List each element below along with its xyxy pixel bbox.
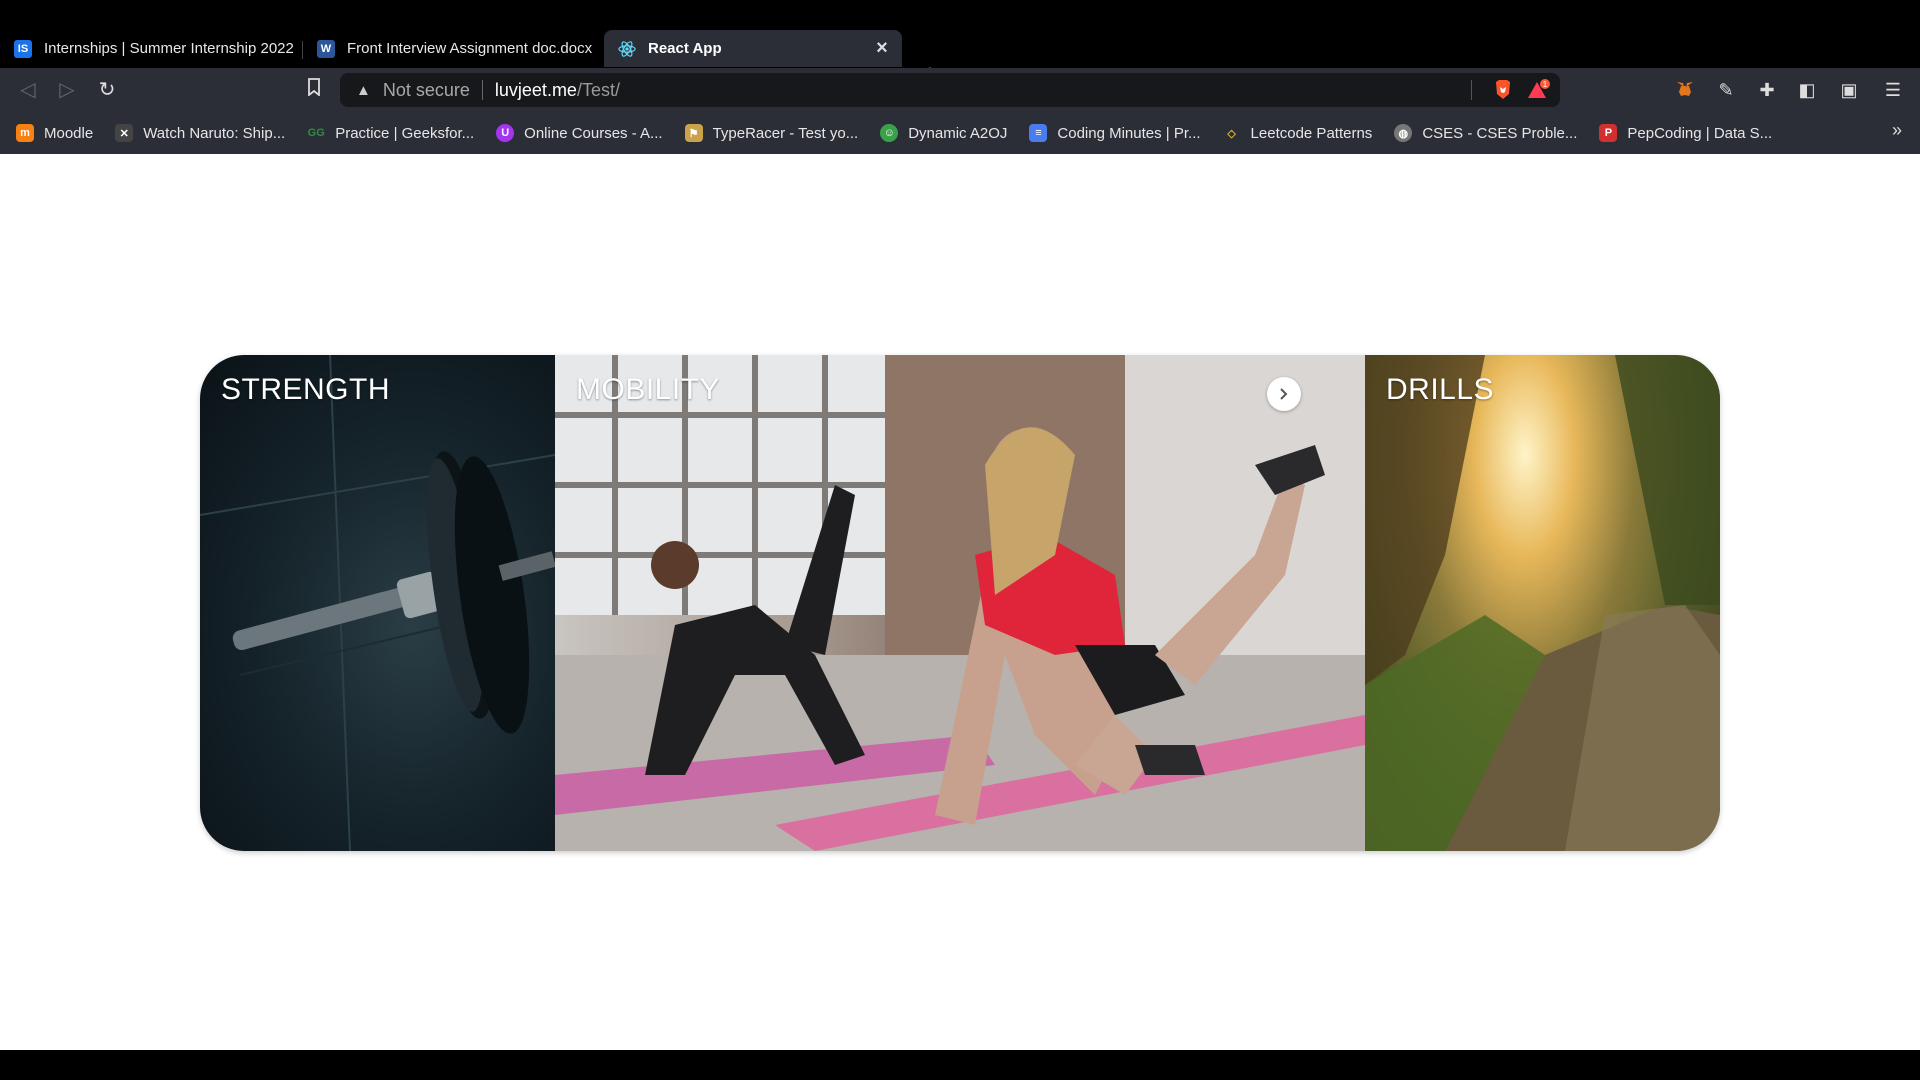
typeracer-icon: ⚑	[684, 124, 703, 142]
bookmark-item[interactable]: ✕ Watch Naruto: Ship...	[115, 124, 285, 142]
bookmark-label: Moodle	[44, 124, 94, 142]
bookmark-item[interactable]: ◇ Leetcode Patterns	[1223, 124, 1373, 142]
bottom-letterbox	[0, 1050, 1920, 1080]
bookmark-item[interactable]: m Moodle	[16, 124, 93, 142]
more-bookmarks-icon[interactable]: »	[1892, 120, 1902, 141]
forward-icon[interactable]: ▷	[55, 78, 79, 102]
trail-image	[1365, 355, 1720, 851]
bookmark-label: PepCoding | Data S...	[1627, 124, 1773, 142]
close-tab-icon[interactable]: ×	[872, 38, 892, 58]
url-host: luvjeet.me	[494, 79, 577, 100]
pepcoding-icon: P	[1599, 124, 1618, 142]
extensions-icon[interactable]: ✚	[1756, 79, 1778, 101]
mobility-workout-image	[555, 355, 1365, 851]
wallet-icon[interactable]: ▣	[1838, 79, 1860, 101]
bookmark-item[interactable]: ≡ Coding Minutes | Pr...	[1029, 124, 1201, 142]
address-bar[interactable]: ▲ Not secure luvjeet.me/Test/ 1	[340, 73, 1560, 107]
bookmark-label: TypeRacer - Test yo...	[712, 124, 859, 142]
tab-interview-doc[interactable]: W Front Interview Assignment doc.docx	[303, 30, 603, 67]
bookmark-icon[interactable]	[302, 78, 326, 102]
bookmark-label: Practice | Geeksfor...	[335, 124, 475, 142]
card-mobility[interactable]: MOBILITY	[555, 355, 1365, 851]
bookmark-item[interactable]: U Online Courses - A...	[496, 124, 663, 142]
card-strength[interactable]: STRENGTH	[200, 355, 555, 851]
card-title-strength: STRENGTH	[221, 373, 390, 406]
metamask-icon[interactable]	[1674, 79, 1696, 101]
browser-toolbar: ◁ ▷ ↻ ▲ Not secure luvjeet.me/Test/ 1 ✎ …	[0, 68, 1920, 112]
card-title-drills: DRILLS	[1386, 373, 1495, 406]
bookmark-label: Coding Minutes | Pr...	[1057, 124, 1201, 142]
shields-divider	[1471, 80, 1472, 100]
back-icon[interactable]: ◁	[16, 78, 40, 102]
bookmarks-bar: m Moodle ✕ Watch Naruto: Ship... GG Practic…	[0, 112, 1920, 154]
doc-icon: ≡	[1029, 124, 1048, 142]
tab-internships[interactable]: IS Internships | Summer Internship 2022	[0, 30, 302, 67]
card-title-mobility: MOBILITY	[576, 373, 721, 406]
naruto-icon: ✕	[115, 124, 134, 142]
globe-icon: ◍	[1394, 124, 1413, 142]
bookmark-label: Watch Naruto: Ship...	[143, 124, 286, 142]
bookmark-label: Leetcode Patterns	[1250, 124, 1373, 142]
page-content: STRENGTH MOBILITY DRILLS	[0, 154, 1920, 1050]
warning-icon: ▲	[356, 81, 371, 99]
address-divider	[481, 80, 483, 100]
bookmark-label: Online Courses - A...	[524, 124, 663, 142]
bookmark-item[interactable]: ⚑ TypeRacer - Test yo...	[684, 124, 859, 142]
bookmark-item[interactable]: ☺ Dynamic A2OJ	[880, 124, 1007, 142]
internshala-icon: IS	[14, 39, 32, 58]
svg-text:1: 1	[1543, 80, 1548, 89]
sidebar-icon[interactable]: ◧	[1796, 79, 1818, 101]
bookmark-item[interactable]: P PepCoding | Data S...	[1599, 124, 1772, 142]
tab-title: Internships | Summer Internship 2022	[44, 40, 294, 57]
bookmark-label: CSES - CSES Proble...	[1422, 124, 1578, 142]
reload-icon[interactable]: ↻	[95, 78, 119, 102]
url-path: /Test/	[576, 79, 620, 100]
leetcode-icon: ◇	[1227, 127, 1236, 140]
a2oj-icon: ☺	[880, 124, 899, 142]
bookmark-item[interactable]: ◍ CSES - CSES Proble...	[1394, 124, 1577, 142]
barbell-image	[200, 355, 555, 851]
pen-icon[interactable]: ✎	[1715, 79, 1737, 101]
chevron-right-icon	[1280, 388, 1288, 400]
card-drills[interactable]: DRILLS	[1365, 355, 1720, 851]
category-carousel: STRENGTH MOBILITY DRILLS	[200, 355, 1720, 851]
url-text: luvjeet.me/Test/	[495, 80, 620, 101]
browser-window: IS Internships | Summer Internship 2022 …	[0, 0, 1920, 1080]
brave-rewards-icon[interactable]: 1	[1526, 79, 1550, 101]
bookmark-label: Dynamic A2OJ	[908, 124, 1008, 142]
tab-title: Front Interview Assignment doc.docx	[347, 40, 593, 57]
tab-react-app[interactable]: React App ×	[604, 30, 902, 67]
menu-icon[interactable]: ☰	[1882, 79, 1904, 101]
bookmark-item[interactable]: GG Practice | Geeksfor...	[307, 124, 475, 142]
react-icon	[618, 40, 636, 58]
tab-title: React App	[648, 40, 722, 57]
tab-strip: IS Internships | Summer Internship 2022 …	[0, 29, 1920, 87]
brave-shields-icon[interactable]	[1492, 79, 1514, 101]
next-slide-button[interactable]	[1267, 377, 1301, 411]
gfg-icon: GG	[307, 127, 325, 139]
not-secure-label: Not secure	[382, 79, 470, 100]
word-icon: W	[317, 39, 335, 58]
moodle-icon: m	[16, 124, 34, 142]
udemy-icon: U	[496, 124, 515, 142]
